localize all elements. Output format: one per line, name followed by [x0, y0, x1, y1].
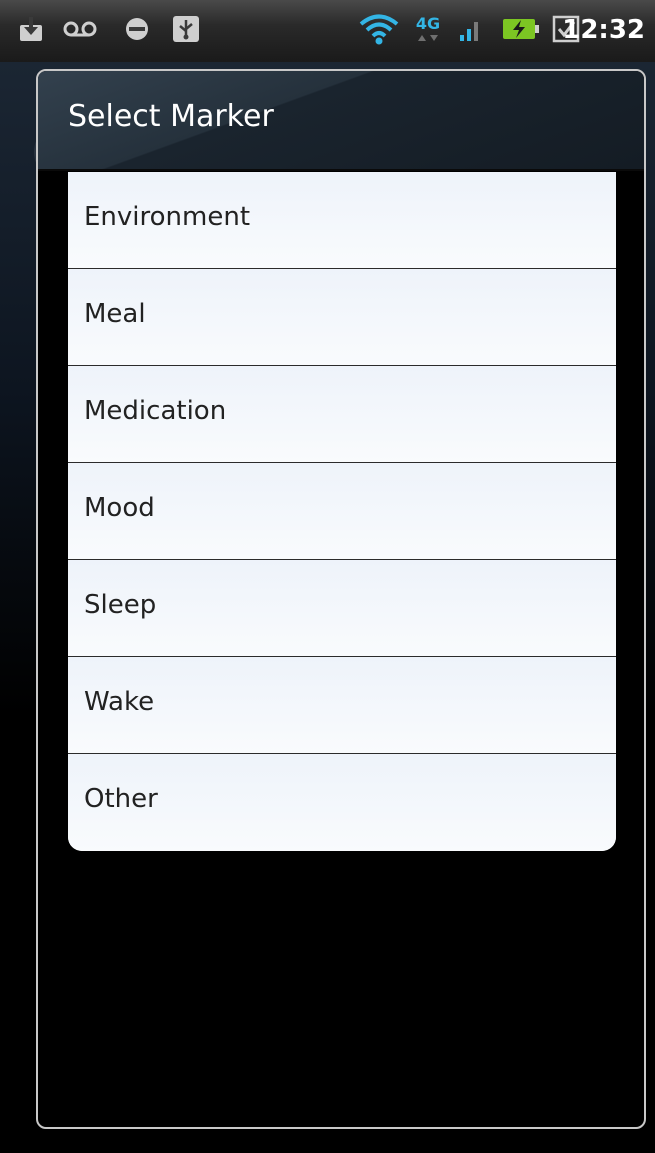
- screen: 4G 12:32 Select Marker Environment Meal …: [0, 0, 655, 1153]
- wifi-icon: [356, 14, 402, 45]
- list-item-other[interactable]: Other: [68, 754, 616, 851]
- list-item-label: Sleep: [84, 590, 157, 620]
- sync-icon: [122, 14, 152, 44]
- list-item-label: Mood: [84, 493, 155, 523]
- usb-icon: [170, 14, 202, 44]
- marker-list: Environment Meal Medication Mood Sleep W…: [68, 172, 616, 851]
- voicemail-icon: [60, 14, 100, 44]
- dialog-header: Select Marker: [38, 71, 644, 171]
- list-item-sleep[interactable]: Sleep: [68, 560, 616, 657]
- battery-charging-icon: [500, 14, 544, 44]
- list-item-medication[interactable]: Medication: [68, 366, 616, 463]
- list-item-label: Environment: [84, 202, 251, 232]
- list-item-mood[interactable]: Mood: [68, 463, 616, 560]
- 4g-lte-icon: 4G: [404, 14, 452, 44]
- signal-icon: [456, 14, 486, 44]
- list-item-environment[interactable]: Environment: [68, 172, 616, 269]
- list-item-label: Wake: [84, 687, 155, 717]
- list-item-meal[interactable]: Meal: [68, 269, 616, 366]
- download-icon: [16, 14, 46, 44]
- list-item-label: Other: [84, 784, 158, 814]
- list-item-label: Medication: [84, 396, 227, 426]
- select-marker-dialog: Select Marker Environment Meal Medicatio…: [36, 69, 646, 1129]
- network-label: 4G: [415, 14, 441, 33]
- status-time: 12:32: [562, 15, 645, 45]
- dialog-title: Select Marker: [68, 99, 274, 134]
- status-bar: 4G 12:32: [0, 0, 655, 63]
- list-item-wake[interactable]: Wake: [68, 657, 616, 754]
- list-item-label: Meal: [84, 299, 146, 329]
